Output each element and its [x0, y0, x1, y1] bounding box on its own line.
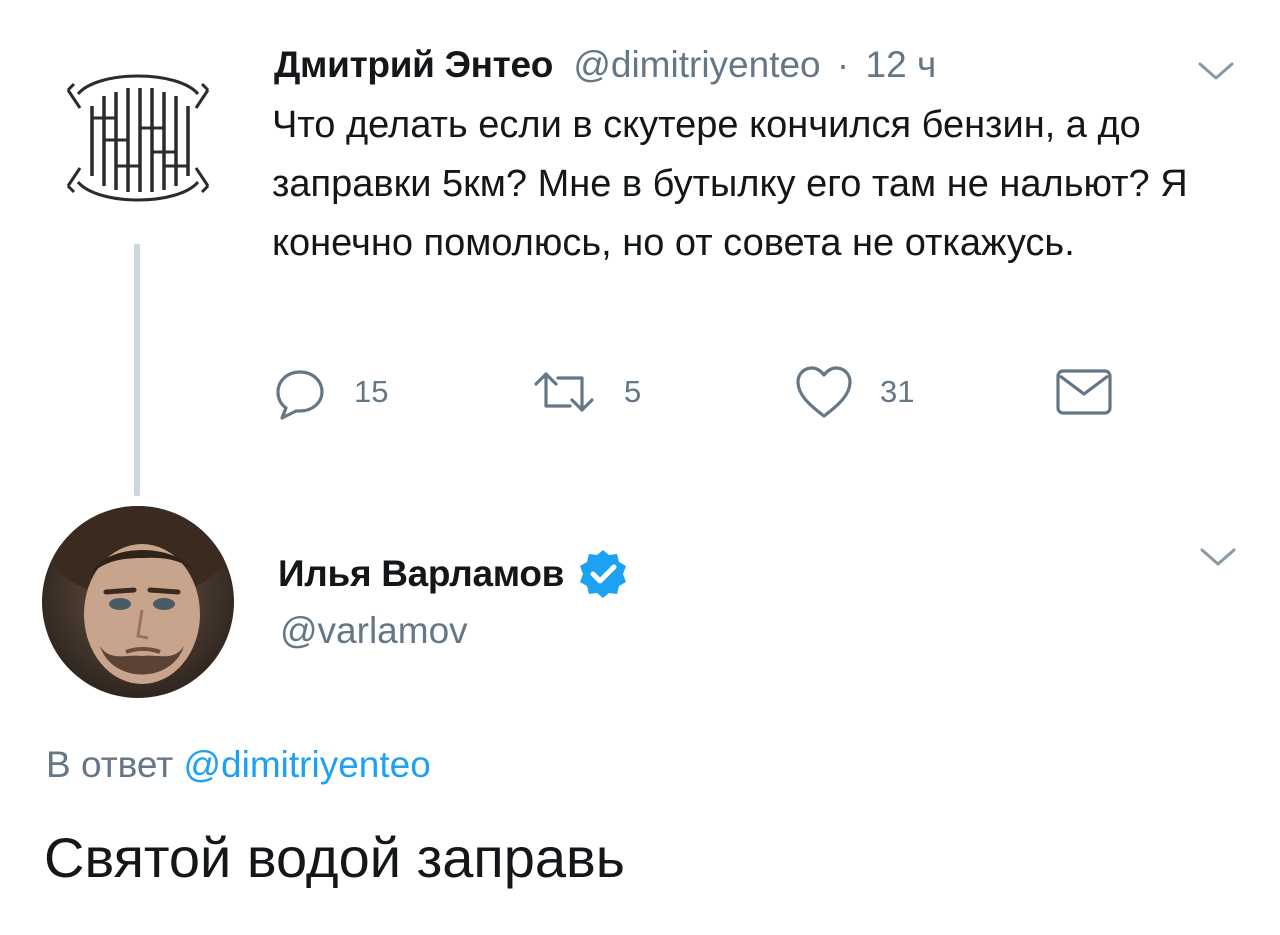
tweet2-author-handle[interactable]: @varlamov	[280, 610, 468, 652]
tweet1-author-handle[interactable]: @dimitriyenteo	[573, 44, 820, 85]
verified-badge-icon	[580, 550, 627, 598]
envelope-icon	[1056, 369, 1112, 415]
author-avatar-varlamov[interactable]	[42, 506, 234, 698]
slavic-monogram-emblem-icon	[66, 74, 210, 202]
tweet1-text: Что делать если в скутере кончился бензи…	[272, 104, 1188, 264]
like-count: 31	[880, 374, 915, 409]
tweet2-name-row: Илья Варламов	[278, 546, 630, 602]
tweet2-menu-button[interactable]	[1198, 542, 1238, 572]
tweet1-timestamp[interactable]: 12 ч	[866, 44, 937, 85]
retweet-icon	[534, 372, 594, 412]
portrait-photo	[42, 506, 234, 698]
thread-connector-line	[134, 244, 140, 496]
reply-button[interactable]: 15	[272, 362, 388, 422]
author-avatar-dmitriy[interactable]	[48, 48, 228, 228]
like-button[interactable]: 31	[794, 362, 914, 422]
reply-to-handle-link[interactable]: @dimitriyenteo	[184, 744, 431, 785]
tweet1-separator: ·	[836, 44, 850, 85]
tweet1-menu-button[interactable]	[1196, 56, 1236, 86]
chevron-down-icon	[1198, 62, 1234, 80]
reply-count: 15	[354, 374, 389, 409]
tweet2-text: Святой водой заправь	[44, 826, 625, 889]
tweet2-author-name[interactable]: Илья Варламов	[278, 546, 564, 602]
heart-icon	[796, 366, 852, 418]
reply-context: В ответ @dimitriyenteo	[46, 744, 431, 786]
direct-message-button[interactable]	[1054, 362, 1114, 422]
retweet-button[interactable]: 5	[530, 362, 641, 422]
chevron-down-icon	[1200, 548, 1236, 566]
retweet-count: 5	[624, 374, 642, 409]
tweet1-header: Дмитрий Энтео @dimitriyenteo · 12 ч	[274, 40, 936, 90]
tweet1-author-name[interactable]: Дмитрий Энтео	[274, 44, 553, 85]
reply-icon	[276, 370, 324, 420]
reply-prefix: В ответ	[46, 744, 174, 785]
